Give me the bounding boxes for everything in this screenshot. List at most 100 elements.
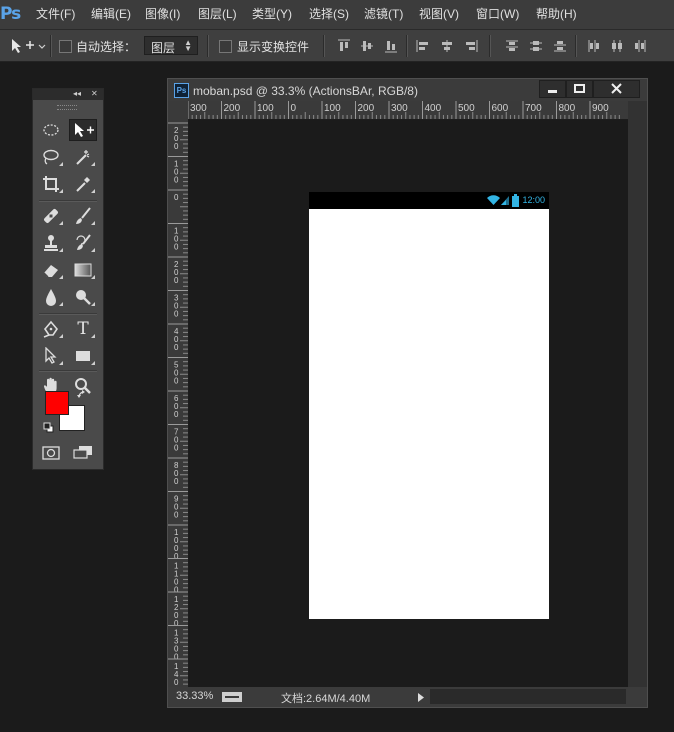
ruler-origin[interactable] (168, 101, 188, 119)
horizontal-scrollbar[interactable] (430, 689, 626, 704)
gradient-icon[interactable] (69, 259, 97, 281)
ruler-left-label: 0 (174, 276, 179, 285)
ps-document-icon: Ps (174, 83, 189, 98)
ruler-left-label: 0 (174, 310, 179, 319)
dodge-icon[interactable] (69, 286, 97, 308)
phone-status-bar: 12:00 (309, 192, 549, 209)
ruler-left-label: 0 (174, 619, 179, 628)
menu-image[interactable]: 图像(I) (145, 0, 180, 29)
default-colors-icon[interactable] (43, 422, 54, 433)
align-left-icon[interactable] (416, 39, 430, 53)
wifi-icon (487, 195, 500, 205)
rectangle-icon[interactable] (69, 345, 97, 367)
history-brush-icon[interactable] (69, 232, 97, 254)
align-right-icon[interactable] (464, 39, 478, 53)
move-tool-icon[interactable] (69, 119, 97, 141)
panel-grip-handle[interactable] (57, 105, 77, 110)
document-canvas[interactable]: 12:00 (309, 192, 549, 619)
foreground-color-swatch[interactable] (45, 391, 69, 415)
distribute-left-icon[interactable] (587, 39, 601, 53)
align-hcenter-icon[interactable] (440, 39, 454, 53)
brush-icon[interactable] (69, 205, 97, 227)
menu-window[interactable]: 窗口(W) (476, 0, 519, 29)
path-selection-icon[interactable] (37, 345, 65, 367)
menu-view[interactable]: 视图(V) (419, 0, 459, 29)
collapse-panel-icon[interactable]: ◂◂ (73, 89, 81, 98)
menu-type[interactable]: 类型(Y) (252, 0, 292, 29)
show-transform-label: 显示变换控件 (237, 40, 310, 54)
document-size: 文档:2.64M/4.40M (281, 693, 371, 705)
pen-icon[interactable] (37, 318, 65, 340)
eraser-icon[interactable] (37, 259, 65, 281)
healing-brush-icon[interactable] (37, 205, 65, 227)
distribute-bottom-icon[interactable] (553, 39, 567, 53)
document-status-bar: 33.33% 文档:2.64M/4.40M (168, 687, 647, 707)
canvas-area[interactable]: 12:00 (189, 120, 628, 687)
ruler-top-label: 300 (190, 103, 207, 114)
type-icon[interactable]: T (69, 318, 97, 340)
ruler-left-label: 0 (174, 552, 179, 561)
close-button[interactable] (593, 80, 640, 98)
menu-edit[interactable]: 编辑(E) (91, 0, 131, 29)
align-top-icon[interactable] (337, 39, 351, 53)
zoom-level[interactable]: 33.33% (176, 690, 213, 702)
auto-select-checkbox[interactable] (59, 40, 72, 53)
clone-stamp-icon[interactable] (37, 232, 65, 254)
ruler-top-label: 800 (559, 103, 576, 114)
ruler-top-label: 300 (391, 103, 408, 114)
lasso-icon[interactable] (37, 146, 65, 168)
ruler-left-label: 0 (174, 444, 179, 453)
battery-icon (512, 194, 519, 207)
document-title-bar[interactable]: Ps moban.psd @ 33.3% (ActionsBAr, RGB/8) (168, 79, 647, 101)
ruler-top-label: 700 (525, 103, 542, 114)
timeline-icon[interactable] (222, 691, 242, 703)
align-bottom-icon[interactable] (384, 39, 398, 53)
horizontal-ruler: 300 200 100 0 100 200 300 400 500 600 700 800 900 (188, 101, 628, 120)
document-title: moban.psd @ 33.3% (ActionsBAr, RGB/8) (193, 84, 418, 98)
quick-mask-icon[interactable] (42, 446, 60, 460)
phone-clock: 12:00 (522, 195, 545, 205)
menu-bar: Ps 文件(F) 编辑(E) 图像(I) 图层(L) 类型(Y) 选择(S) 滤… (0, 0, 674, 29)
align-vcenter-icon[interactable] (360, 39, 374, 53)
ruler-top-label: 900 (592, 103, 609, 114)
distribute-top-icon[interactable] (505, 39, 519, 53)
status-menu-arrow-icon[interactable] (417, 693, 425, 702)
document-window: Ps moban.psd @ 33.3% (ActionsBAr, RGB/8)… (167, 78, 648, 708)
layer-select[interactable]: 图层 ▲ ▼ (144, 36, 198, 55)
blur-icon[interactable] (37, 286, 65, 308)
maximize-button[interactable] (566, 80, 593, 98)
ruler-left-label: 0 (174, 477, 179, 486)
distribute-vcenter-icon[interactable] (529, 39, 543, 53)
vertical-scrollbar[interactable] (628, 101, 647, 687)
menu-help[interactable]: 帮助(H) (536, 0, 577, 29)
ruler-left-label: 0 (174, 243, 179, 252)
tools-panel: ◂◂ ✕ T (32, 88, 104, 470)
menu-filter[interactable]: 滤镜(T) (364, 0, 403, 29)
options-bar: 自动选择： 图层 ▲ ▼ 显示变换控件 (0, 29, 674, 62)
ruler-top-label: 200 (224, 103, 241, 114)
swap-colors-icon[interactable] (77, 390, 87, 400)
elliptical-marquee-icon[interactable] (37, 119, 65, 141)
menu-file[interactable]: 文件(F) (36, 0, 75, 29)
close-panel-icon[interactable]: ✕ (91, 89, 98, 98)
minimize-button[interactable] (539, 80, 566, 98)
distribute-hcenter-icon[interactable] (610, 39, 624, 53)
ruler-left-label: 0 (174, 586, 179, 595)
vertical-ruler: 2001000100200300400500600700800900100011… (168, 119, 189, 687)
ruler-top-label: 200 (358, 103, 375, 114)
distribute-right-icon[interactable] (633, 39, 647, 53)
menu-layer[interactable]: 图层(L) (198, 0, 237, 29)
move-tool-preset-icon[interactable] (10, 38, 46, 54)
eyedropper-icon[interactable] (69, 173, 97, 195)
ruler-top-label: 100 (324, 103, 341, 114)
crop-icon[interactable] (37, 173, 65, 195)
screen-mode-icon[interactable] (73, 445, 93, 459)
menu-select[interactable]: 选择(S) (309, 0, 349, 29)
layer-select-value: 图层 (151, 41, 176, 55)
tools-panel-header[interactable]: ◂◂ ✕ (33, 89, 103, 100)
ruler-top-label: 100 (257, 103, 274, 114)
magic-wand-icon[interactable] (69, 146, 97, 168)
signal-icon (501, 196, 509, 205)
show-transform-checkbox[interactable] (219, 40, 232, 53)
photoshop-logo: Ps (0, 4, 21, 24)
